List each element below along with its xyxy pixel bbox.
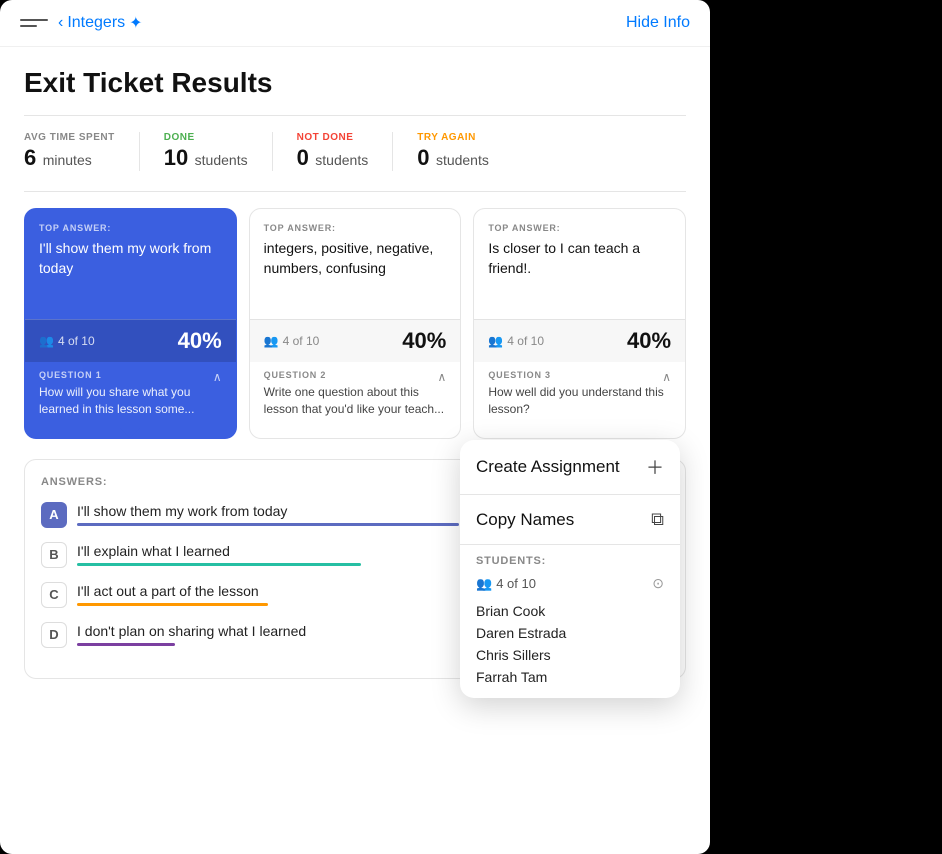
- card-1-top: TOP ANSWER: I'll show them my work from …: [25, 209, 236, 319]
- card-3-question-text: How well did you understand this lesson?: [488, 384, 671, 418]
- people-icon-3: 👥: [488, 334, 503, 348]
- copy-names-label: Copy Names: [476, 510, 574, 530]
- divider-2: [24, 191, 686, 192]
- cards-row: TOP ANSWER: I'll show them my work from …: [24, 208, 686, 439]
- popup-overlay: Create Assignment ＋ Copy Names ⧉ STUDENT…: [460, 440, 680, 698]
- card-3-count: 👥 4 of 10: [488, 334, 544, 348]
- back-label: Integers: [67, 14, 125, 32]
- card-3-top: TOP ANSWER: Is closer to I can teach a f…: [474, 209, 685, 319]
- stat-avg-time-value: 6 minutes: [24, 145, 115, 171]
- stats-row: AVG TIME SPENT 6 minutes DONE 10 student…: [24, 132, 686, 171]
- create-assignment-item[interactable]: Create Assignment ＋: [460, 440, 680, 494]
- stat-avg-time-unit: minutes: [43, 152, 92, 168]
- card-2-top-answer-text: integers, positive, negative, numbers, c…: [264, 239, 447, 278]
- stat-done-label: DONE: [164, 132, 248, 143]
- students-count: 👥 4 of 10: [476, 576, 536, 592]
- student-name-1: Daren Estrada: [476, 622, 664, 644]
- card-2-question-text: Write one question about this lesson tha…: [264, 384, 447, 418]
- card-1-count: 👥 4 of 10: [39, 334, 95, 348]
- card-3-percent: 40%: [627, 328, 671, 354]
- collapse-icon-3[interactable]: ∧: [662, 370, 671, 384]
- card-1-pointer: [120, 428, 140, 438]
- stat-not-done: NOT DONE 0 students: [297, 132, 394, 171]
- back-link[interactable]: ‹ Integers ✦: [58, 13, 143, 33]
- stat-done-value: 10 students: [164, 145, 248, 171]
- collapse-icon-1[interactable]: ∧: [213, 370, 222, 384]
- stat-done: DONE 10 students: [164, 132, 273, 171]
- stat-done-unit: students: [195, 152, 248, 168]
- back-chevron-icon: ‹: [58, 14, 63, 32]
- divider-1: [24, 115, 686, 116]
- student-name-2: Chris Sillers: [476, 644, 664, 666]
- stat-not-done-unit: students: [315, 152, 368, 168]
- spinner-icon: ⊙: [652, 575, 664, 592]
- answer-card-3[interactable]: TOP ANSWER: Is closer to I can teach a f…: [473, 208, 686, 439]
- people-icon: 👥: [39, 334, 54, 348]
- sparkle-icon: ✦: [129, 13, 142, 33]
- top-bar-left: ‹ Integers ✦: [20, 12, 143, 34]
- stat-try-again-value: 0 students: [417, 145, 489, 171]
- answer-card-2[interactable]: TOP ANSWER: integers, positive, negative…: [249, 208, 462, 439]
- card-1-question-area: ∧ QUESTION 1 How will you share what you…: [25, 362, 236, 428]
- copy-names-item[interactable]: Copy Names ⧉: [460, 495, 680, 544]
- page-title: Exit Ticket Results: [24, 67, 686, 99]
- card-2-top-answer-label: TOP ANSWER:: [264, 223, 447, 233]
- people-icon-students: 👥: [476, 576, 492, 592]
- card-2-bottom: 👥 4 of 10 40%: [250, 319, 461, 362]
- hide-info-button[interactable]: Hide Info: [626, 14, 690, 32]
- card-1-question-label: QUESTION 1: [39, 370, 222, 380]
- card-3-question-area: ∧ QUESTION 3 How well did you understand…: [474, 362, 685, 428]
- top-bar: ‹ Integers ✦ Hide Info: [0, 0, 710, 47]
- answer-letter-c: C: [41, 582, 67, 608]
- card-1-top-answer-text: I'll show them my work from today: [39, 239, 222, 278]
- students-section: STUDENTS: 👥 4 of 10 ⊙ Brian Cook Daren E…: [460, 545, 680, 698]
- stat-not-done-value: 0 students: [297, 145, 369, 171]
- stat-try-again-label: TRY AGAIN: [417, 132, 489, 143]
- main-panel: ‹ Integers ✦ Hide Info Exit Ticket Resul…: [0, 0, 710, 854]
- stat-avg-time-number: 6: [24, 145, 36, 170]
- stat-try-again: TRY AGAIN 0 students: [417, 132, 513, 171]
- plus-icon: ＋: [646, 454, 664, 480]
- stat-try-again-unit: students: [436, 152, 489, 168]
- card-3-question-label: QUESTION 3: [488, 370, 671, 380]
- stat-done-number: 10: [164, 145, 188, 170]
- card-1-bottom: 👥 4 of 10 40%: [25, 319, 236, 362]
- card-2-percent: 40%: [402, 328, 446, 354]
- students-label: STUDENTS:: [476, 555, 664, 567]
- stat-avg-time: AVG TIME SPENT 6 minutes: [24, 132, 140, 171]
- card-3-top-answer-text: Is closer to I can teach a friend!.: [488, 239, 671, 278]
- card-1-top-answer-label: TOP ANSWER:: [39, 223, 222, 233]
- answer-bar-b: [77, 563, 361, 566]
- answer-bar-c: [77, 603, 268, 606]
- stat-avg-time-label: AVG TIME SPENT: [24, 132, 115, 143]
- stat-not-done-number: 0: [297, 145, 309, 170]
- people-icon-2: 👥: [264, 334, 279, 348]
- card-3-top-answer-label: TOP ANSWER:: [488, 223, 671, 233]
- answer-bar-d: [77, 643, 175, 646]
- card-1-percent: 40%: [178, 328, 222, 354]
- copy-icon: ⧉: [651, 509, 664, 530]
- answer-card-1[interactable]: TOP ANSWER: I'll show them my work from …: [24, 208, 237, 439]
- answer-bar-a: [77, 523, 459, 526]
- stat-not-done-label: NOT DONE: [297, 132, 369, 143]
- card-2-question-area: ∧ QUESTION 2 Write one question about th…: [250, 362, 461, 428]
- card-3-bottom: 👥 4 of 10 40%: [474, 319, 685, 362]
- card-1-question-text: How will you share what you learned in t…: [39, 384, 222, 418]
- card-2-question-label: QUESTION 2: [264, 370, 447, 380]
- card-2-top: TOP ANSWER: integers, positive, negative…: [250, 209, 461, 319]
- card-2-count: 👥 4 of 10: [264, 334, 320, 348]
- stat-try-again-number: 0: [417, 145, 429, 170]
- collapse-icon-2[interactable]: ∧: [438, 370, 447, 384]
- answer-letter-a: A: [41, 502, 67, 528]
- student-name-0: Brian Cook: [476, 600, 664, 622]
- student-name-3: Farrah Tam: [476, 666, 664, 688]
- create-assignment-label: Create Assignment: [476, 457, 620, 477]
- sidebar-toggle-button[interactable]: [20, 12, 48, 34]
- answer-letter-d: D: [41, 622, 67, 648]
- students-count-row: 👥 4 of 10 ⊙: [476, 575, 664, 592]
- answer-letter-b: B: [41, 542, 67, 568]
